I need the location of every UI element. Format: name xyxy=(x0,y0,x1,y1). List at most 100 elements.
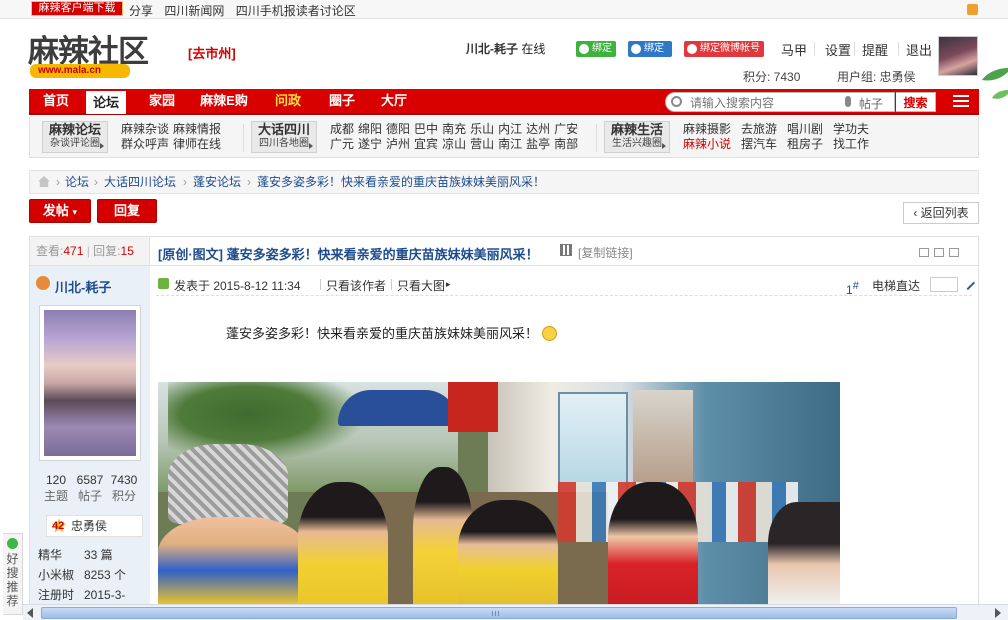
subnav-link[interactable]: 营山 xyxy=(470,137,494,151)
scroll-thumb[interactable] xyxy=(41,607,957,619)
big-image-link[interactable]: 只看大图 xyxy=(397,277,445,294)
subnav-link[interactable]: 达州 xyxy=(526,122,550,136)
scol-link[interactable]: 四川新闻网 xyxy=(164,4,224,18)
subnav-link[interactable]: 南江 xyxy=(498,137,522,151)
nav-forum[interactable]: 论坛 xyxy=(85,90,127,114)
subnav-link[interactable]: 绵阳 xyxy=(358,122,382,136)
breadcrumb-forum[interactable]: 论坛 xyxy=(65,171,89,193)
arrow-right-icon xyxy=(100,143,104,149)
site-logo[interactable]: 麻辣社区 www.mala.cn xyxy=(28,26,168,82)
subnav-link[interactable]: 德阳 xyxy=(386,122,410,136)
search-button[interactable]: 搜索 xyxy=(896,92,936,112)
notify-link[interactable]: 提醒 xyxy=(862,40,888,59)
logout-link[interactable]: 退出 xyxy=(906,40,932,59)
points-display[interactable]: 积分: 7430 xyxy=(743,68,800,85)
search-input[interactable] xyxy=(690,95,830,110)
subnav-link[interactable]: 盐亭 xyxy=(526,137,550,151)
author-name[interactable]: 川北-耗子 xyxy=(55,277,111,296)
subnav-link[interactable]: 凉山 xyxy=(442,137,466,151)
mobile-paper-link[interactable]: 四川手机报读者讨论区 xyxy=(236,4,356,18)
hamburger-menu-icon[interactable] xyxy=(951,92,971,112)
nav-circles[interactable]: 圈子 xyxy=(321,89,363,113)
username-link[interactable]: 川北-耗子 xyxy=(466,42,518,56)
prev-thread-icon[interactable] xyxy=(934,248,944,257)
subnav-forum-tag[interactable]: 麻辣论坛 杂谈评论圈 xyxy=(42,121,108,153)
stat-posts[interactable]: 6587 帖子 xyxy=(73,472,107,504)
city-switch-link[interactable]: [去市州] xyxy=(188,43,236,62)
back-to-list-button[interactable]: ‹ 返回列表 xyxy=(903,202,979,224)
subnav-link[interactable]: 麻辣摄影 xyxy=(683,122,731,136)
subnav-link[interactable]: 找工作 xyxy=(833,137,869,151)
breadcrumb-thread[interactable]: 蓬安多姿多彩！快来看亲爱的重庆苗族妹妹美丽风采！ xyxy=(257,171,545,193)
subnav-link[interactable]: 巴中 xyxy=(414,122,438,136)
image-detail xyxy=(158,517,308,606)
subnav-link[interactable]: 广元 xyxy=(330,137,354,151)
subnav-link[interactable]: 内江 xyxy=(498,122,522,136)
new-post-button[interactable]: 发帖 ▾ xyxy=(29,199,91,223)
user-avatar[interactable] xyxy=(938,36,978,76)
settings-link[interactable]: 设置 xyxy=(825,40,851,59)
nav-wenzheng[interactable]: 问政 xyxy=(267,89,309,113)
arrow-right-icon: ▸ xyxy=(446,279,451,289)
subnav-link-row: 广元 遂宁 泸州 宜宾 凉山 营山 南江 盐亭 南部 xyxy=(330,137,582,152)
top-strip: 麻辣客户端下载 分享 四川新闻网 四川手机报读者讨论区 xyxy=(0,0,1008,19)
subnav-link[interactable]: 麻辣杂谈 xyxy=(121,122,169,136)
subnav-link[interactable]: 唱川剧 xyxy=(787,122,823,136)
nav-ebuy[interactable]: 麻辣E购 xyxy=(194,89,254,113)
subnav-link[interactable]: 摆汽车 xyxy=(741,137,777,151)
scroll-right-arrow-icon[interactable] xyxy=(995,608,1001,618)
user-group-display[interactable]: 用户组: 忠勇侯 xyxy=(837,68,916,85)
copy-link-button[interactable]: [复制链接] xyxy=(578,244,633,261)
subnav-link[interactable]: 群众呼声 xyxy=(121,137,169,151)
subnav-link[interactable]: 律师在线 xyxy=(173,137,221,151)
breadcrumb-sichuan[interactable]: 大话四川论坛 xyxy=(104,171,176,193)
vest-menu[interactable]: 马甲 xyxy=(781,40,807,59)
subnav-link[interactable]: 广安 xyxy=(554,122,578,136)
author-avatar[interactable] xyxy=(39,305,141,461)
stat-threads[interactable]: 120 主题 xyxy=(39,472,73,504)
reply-button[interactable]: 回复 xyxy=(97,199,157,223)
print-icon[interactable] xyxy=(919,248,929,257)
stat-points[interactable]: 7430 积分 xyxy=(107,472,141,504)
subnav-link[interactable]: 麻辣小说 xyxy=(683,137,731,151)
nav-home[interactable]: 首页 xyxy=(35,89,77,113)
next-thread-icon[interactable] xyxy=(949,248,959,257)
share-link[interactable]: 分享 xyxy=(129,4,153,18)
nav-hall[interactable]: 大厅 xyxy=(373,89,415,113)
qrcode-icon[interactable] xyxy=(560,244,572,256)
post-image[interactable] xyxy=(158,382,840,606)
subnav-link[interactable]: 乐山 xyxy=(470,122,494,136)
microphone-icon[interactable] xyxy=(845,96,851,107)
rss-icon[interactable] xyxy=(967,4,978,15)
elevator-input[interactable] xyxy=(930,277,958,292)
client-download-button[interactable]: 麻辣客户端下载 xyxy=(31,1,123,16)
subnav-link[interactable]: 南充 xyxy=(442,122,466,136)
subnav-link[interactable]: 租房子 xyxy=(787,137,823,151)
profile-value: 2015-3- xyxy=(84,588,126,602)
horizontal-scrollbar[interactable] xyxy=(23,604,1008,620)
home-icon[interactable] xyxy=(38,176,50,187)
subnav-link[interactable]: 泸州 xyxy=(386,137,410,151)
author-profile: 精华 33 篇 小米椒 8253 个 注册时 2015-3- xyxy=(38,545,126,605)
bind-weibo-button[interactable]: 绑定微博帐号 xyxy=(684,41,764,57)
subnav-link[interactable]: 学功夫 xyxy=(833,122,869,136)
subnav-link[interactable]: 南部 xyxy=(554,137,578,151)
only-author-link[interactable]: 只看该作者 xyxy=(326,277,386,294)
bind-wechat-button[interactable]: 绑定 xyxy=(576,41,616,57)
subnav-link[interactable]: 宜宾 xyxy=(414,137,438,151)
subnav-link[interactable]: 遂宁 xyxy=(358,137,382,151)
subnav-link[interactable]: 成都 xyxy=(330,122,354,136)
breadcrumb-pengan[interactable]: 蓬安论坛 xyxy=(193,171,241,193)
search-type-select[interactable]: 帖子 xyxy=(859,95,883,112)
thread-title[interactable]: [原创·图文] 蓬安多姿多彩！快来看亲爱的重庆苗族妹妹美丽风采！ xyxy=(158,244,539,263)
scroll-left-arrow-icon[interactable] xyxy=(27,608,33,618)
go-arrow-icon[interactable] xyxy=(960,275,976,291)
subnav-link[interactable]: 麻辣情报 xyxy=(173,122,221,136)
bind-qq-button[interactable]: 绑定 xyxy=(628,41,672,57)
nav-home-space[interactable]: 家园 xyxy=(141,89,183,113)
recommend-side-tab[interactable]: 好搜推荐 xyxy=(3,533,23,615)
subnav-life-tag[interactable]: 麻辣生活 生活兴趣圈 xyxy=(604,121,670,153)
floor-number[interactable]: 1# xyxy=(846,280,859,297)
subnav-link[interactable]: 去旅游 xyxy=(741,122,777,136)
subnav-sichuan-tag[interactable]: 大话四川 四川各地圈 xyxy=(251,121,317,153)
